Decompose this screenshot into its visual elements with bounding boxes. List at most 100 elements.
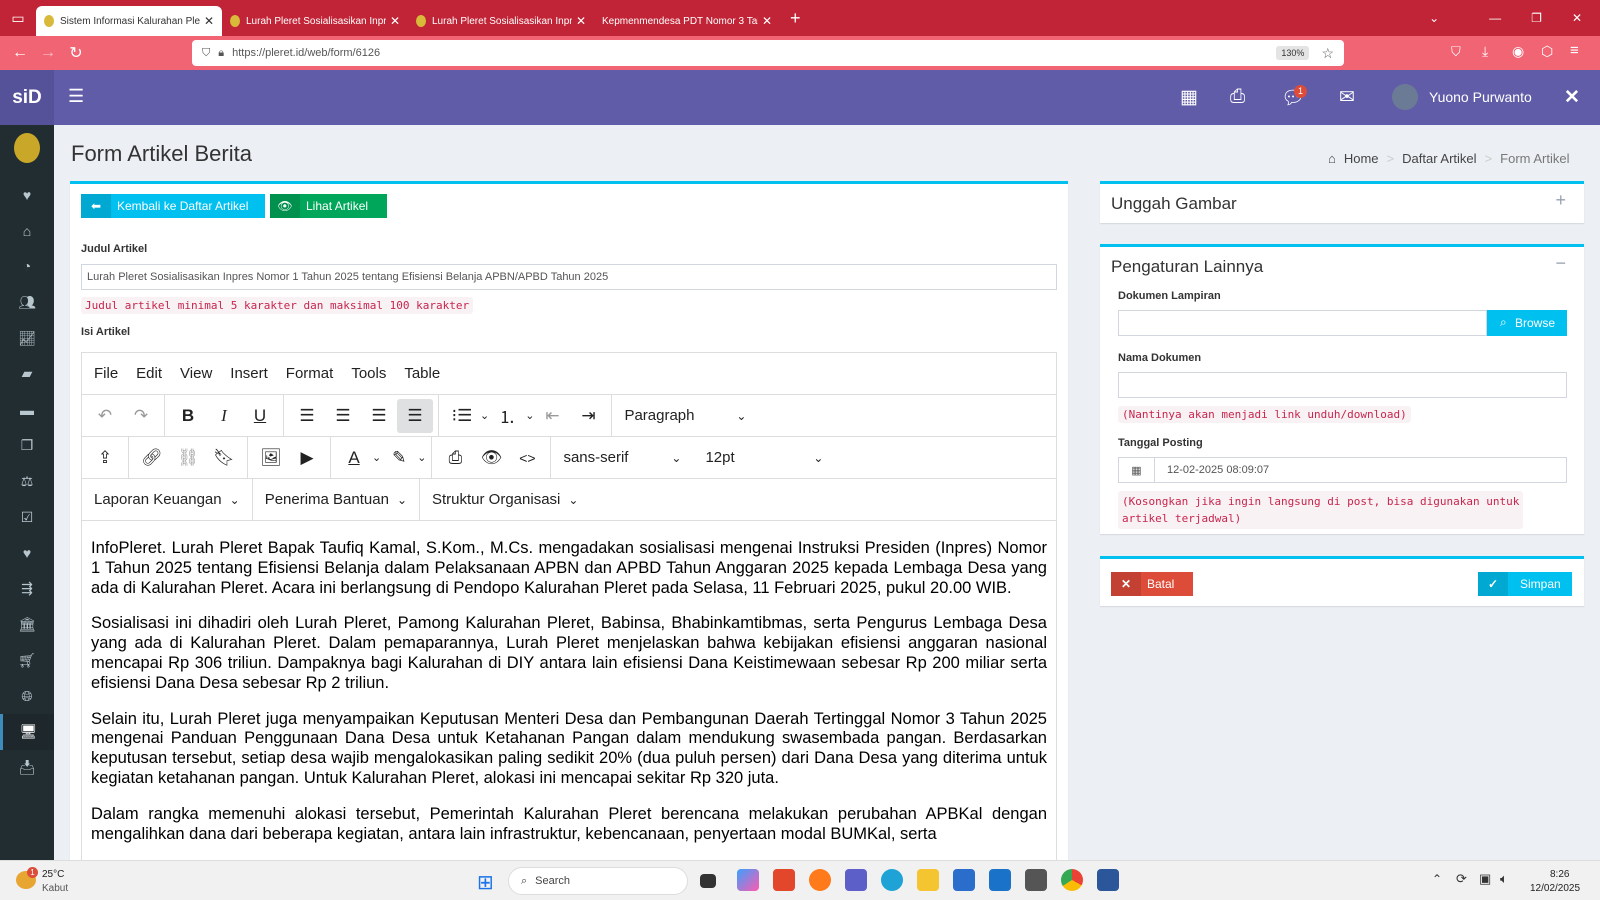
align-justify-icon[interactable]: ☰ <box>397 398 433 433</box>
store-icon[interactable] <box>953 869 975 891</box>
video-icon[interactable]: ▶ <box>289 441 325 475</box>
menu-table[interactable]: Table <box>404 365 440 382</box>
chevron-down-icon[interactable]: ⌄ <box>525 409 534 422</box>
breadcrumb-list[interactable]: Daftar Artikel <box>1402 151 1476 166</box>
docname-input[interactable] <box>1118 372 1567 398</box>
save-button[interactable]: ✓ Simpan <box>1478 572 1572 596</box>
bookmark-icon[interactable]: 🔖︎ <box>206 441 242 475</box>
close-tab-icon[interactable]: ✕ <box>204 14 214 28</box>
sidebar-toggle-icon[interactable]: ☰ <box>68 86 84 107</box>
italic-icon[interactable]: I <box>206 399 242 433</box>
user-name[interactable]: Yuono Purwanto <box>1429 89 1532 105</box>
window-close-icon[interactable]: ✕ <box>1572 11 1582 25</box>
app-menu-icon[interactable]: ≡ <box>1570 42 1579 59</box>
highlight-icon[interactable]: ✎ <box>381 441 417 475</box>
mail-app-icon[interactable] <box>989 869 1011 891</box>
cancel-button[interactable]: ✕ Batal <box>1111 572 1193 596</box>
desktop-icon[interactable]: 🖥︎ <box>0 713 54 750</box>
back-to-list-button[interactable]: ⬅ Kembali ke Daftar Artikel <box>81 194 265 218</box>
restore-icon[interactable]: ❐ <box>1531 11 1542 25</box>
home-icon[interactable]: ⌂ <box>0 213 54 249</box>
firefox-icon[interactable] <box>809 869 831 891</box>
numbered-list-icon[interactable]: ⒈ <box>489 399 525 433</box>
close-tab-icon[interactable]: ✕ <box>576 14 586 28</box>
print-icon[interactable]: ⎙ <box>1230 86 1245 108</box>
mail-icon[interactable]: ✉ <box>1339 86 1355 109</box>
sync-icon[interactable]: ⟳ <box>1456 871 1467 887</box>
cart-icon[interactable]: 🛒︎ <box>0 642 54 678</box>
extensions-icon[interactable]: ⬡ <box>1541 43 1553 60</box>
undo-icon[interactable]: ↶ <box>87 399 123 433</box>
globe-icon[interactable]: 🌐︎ <box>0 678 54 714</box>
preview-eye-icon[interactable]: 👁︎ <box>473 441 509 475</box>
attachment-file-input[interactable] <box>1118 310 1487 336</box>
menu-file[interactable]: File <box>94 365 118 382</box>
block-format-select[interactable]: Paragraph ⌄ <box>612 407 758 424</box>
reload-icon[interactable]: ↻ <box>62 43 90 63</box>
menu-format[interactable]: Format <box>286 365 334 382</box>
menu-view[interactable]: View <box>180 365 212 382</box>
unlink-icon[interactable]: ⛓ <box>170 441 206 475</box>
app-logo[interactable]: siD <box>0 70 54 125</box>
browser-tab-active[interactable]: Sistem Informasi Kalurahan Pleret ✕ <box>36 6 222 36</box>
title-input[interactable]: Lurah Pleret Sosialisasikan Inpres Nomor… <box>81 264 1057 290</box>
chevron-down-icon[interactable]: ⌄ <box>480 409 489 422</box>
editor-content-area[interactable]: InfoPleret. Lurah Pleret Bapak Taufiq Ka… <box>82 521 1056 861</box>
dashboard-icon[interactable]: ◔ <box>0 249 54 285</box>
forward-icon[interactable]: → <box>34 44 62 62</box>
account-icon[interactable]: ◉ <box>1512 43 1524 60</box>
align-left-icon[interactable]: ☰ <box>289 399 325 433</box>
bookmark-star-icon[interactable]: ☆ <box>1321 45 1334 62</box>
image-icon[interactable]: 🖼︎ <box>253 441 289 475</box>
address-bar[interactable]: ⛉ 🔒︎ https://pleret.id/web/form/6126 130… <box>192 40 1344 66</box>
network-icon[interactable]: ▣ <box>1479 871 1491 887</box>
view-article-button[interactable]: 👁︎ Lihat Artikel <box>270 194 387 218</box>
bank-icon[interactable]: 🏛︎ <box>0 607 54 643</box>
calendar-icon[interactable]: ▦ <box>1180 86 1198 109</box>
minimize-icon[interactable]: — <box>1489 11 1501 25</box>
chevron-down-icon[interactable]: ⌄ <box>372 451 381 464</box>
download-icon[interactable]: ⤓ <box>1482 43 1488 60</box>
new-tab-icon[interactable]: + <box>790 8 801 29</box>
volume-icon[interactable]: 🔈︎ <box>1500 871 1508 887</box>
file-explorer-icon[interactable] <box>917 869 939 891</box>
users-icon[interactable]: 👥︎ <box>0 284 54 320</box>
outdent-icon[interactable]: ⇤ <box>534 399 570 433</box>
align-right-icon[interactable]: ☰ <box>361 399 397 433</box>
camera-icon[interactable] <box>1025 869 1047 891</box>
redo-icon[interactable]: ↷ <box>123 399 159 433</box>
source-code-icon[interactable]: <> <box>509 441 545 475</box>
browse-button[interactable]: ⌕ Browse <box>1487 310 1567 336</box>
task-view-icon[interactable] <box>700 874 716 888</box>
inbox-icon[interactable]: 📥︎ <box>0 750 54 786</box>
expand-plus-icon[interactable]: + <box>1555 190 1566 211</box>
avatar[interactable] <box>1392 84 1418 110</box>
balance-icon[interactable]: ⚖ <box>0 463 54 499</box>
copy-icon[interactable]: ❐ <box>0 428 54 464</box>
close-icon[interactable]: ✕ <box>1564 86 1580 109</box>
date-input[interactable]: ▦ 12-02-2025 08:09:07 <box>1118 457 1567 483</box>
close-tab-icon[interactable]: ✕ <box>390 14 400 28</box>
zoom-level[interactable]: 130% <box>1276 46 1310 60</box>
heart-icon[interactable]: ♥ <box>0 535 54 571</box>
template-struktur-organisasi[interactable]: Struktur Organisasi ⌄ <box>420 491 590 508</box>
clock-date[interactable]: 12/02/2025 <box>1530 883 1580 894</box>
upload-file-icon[interactable]: ⇪ <box>87 441 123 475</box>
font-family-select[interactable]: sans-serif ⌄ <box>551 449 693 466</box>
collapse-minus-icon[interactable]: − <box>1555 253 1566 274</box>
word-icon[interactable] <box>1097 869 1119 891</box>
chrome-icon[interactable] <box>1061 869 1083 891</box>
tab-list-icon[interactable]: ▭ <box>0 10 36 27</box>
edge-icon[interactable] <box>881 869 903 891</box>
start-windows-icon[interactable]: ⊞ <box>477 870 494 895</box>
check-icon[interactable]: ☑ <box>0 499 54 535</box>
back-icon[interactable]: ← <box>6 44 34 62</box>
link-icon[interactable]: 🔗︎ <box>134 441 170 475</box>
menu-tools[interactable]: Tools <box>351 365 386 382</box>
print-icon[interactable]: ⎙ <box>437 441 473 475</box>
tray-chevron-icon[interactable]: ⌃ <box>1432 872 1442 886</box>
taskbar-search[interactable]: ⌕ Search <box>508 867 688 895</box>
book-icon[interactable]: ▰ <box>0 356 54 392</box>
close-tab-icon[interactable]: ✕ <box>762 14 772 28</box>
template-laporan-keuangan[interactable]: Laporan Keuangan ⌄ <box>82 479 253 520</box>
